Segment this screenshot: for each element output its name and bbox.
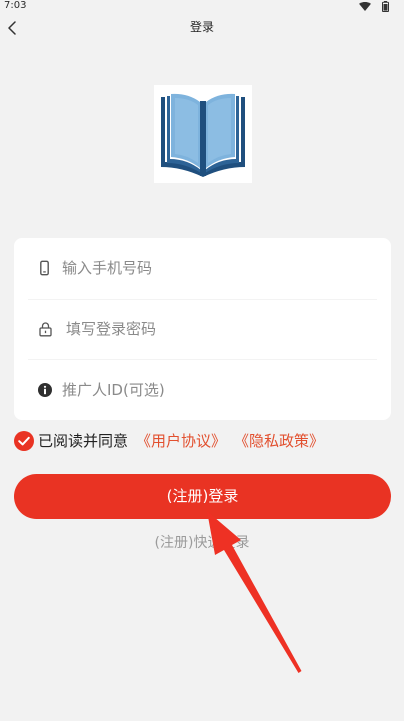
checkmark-circle-icon[interactable] [14,431,34,451]
status-time: 7:03 [4,0,27,11]
phone-row[interactable] [14,238,391,299]
password-row[interactable] [14,298,391,360]
phone-input[interactable] [62,238,362,299]
login-button[interactable]: (注册)登录 [14,474,391,519]
info-icon [38,382,52,397]
lock-icon [39,322,52,337]
agreement-row: 已阅读并同意 《用户协议》 《隐私政策》 [14,431,324,451]
login-screen: 7:03 登录 输入手机号码 推广人ID(可选) 已阅读并同意 《用户协议》 《… [0,0,404,721]
wifi-icon [359,2,371,11]
phone-icon [40,260,49,276]
user-agreement-link[interactable]: 《用户协议》 [136,431,226,451]
open-book-logo [154,85,252,183]
battery-icon [382,1,389,12]
privacy-policy-link[interactable]: 《隐私政策》 [234,431,324,451]
agreement-text: 已阅读并同意 [38,432,129,450]
password-input[interactable] [66,298,366,360]
referrer-id-input[interactable] [62,359,362,421]
quick-login-link[interactable]: (注册)快速登录 [0,534,404,552]
referrer-row[interactable] [14,359,391,421]
page-title: 登录 [189,20,214,34]
login-form-card [14,238,391,421]
